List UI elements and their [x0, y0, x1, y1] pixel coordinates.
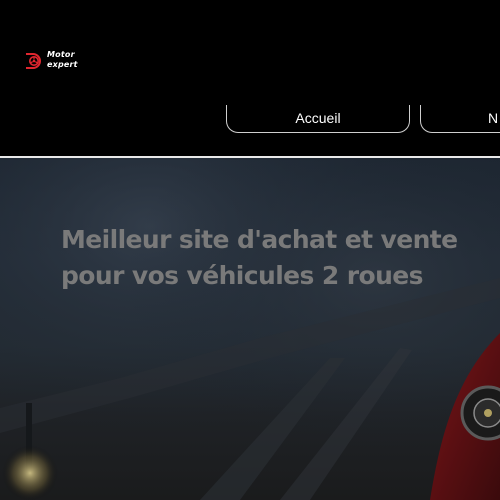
- logo-text-line2: expert: [47, 60, 78, 69]
- hero-title-line2: pour vos véhicules 2 roues: [61, 261, 424, 290]
- logo[interactable]: Motor expert: [24, 50, 88, 72]
- page: Motor expert Accueil N Meilleur site d'a…: [0, 0, 500, 500]
- hero-title: Meilleur site d'achat et vente pour vos …: [61, 222, 500, 294]
- logo-wordmark: Motor expert: [47, 50, 78, 70]
- nav-item-next[interactable]: N: [420, 105, 500, 133]
- main-nav: Accueil N: [0, 105, 500, 137]
- hero-title-line1: Meilleur site d'achat et vente: [61, 225, 458, 254]
- nav-item-accueil[interactable]: Accueil: [226, 105, 410, 133]
- hero-banner: Meilleur site d'achat et vente pour vos …: [0, 158, 500, 500]
- site-header: Motor expert Accueil N: [0, 0, 500, 157]
- hero-background-image: [0, 158, 500, 500]
- turbo-logo-icon: [26, 53, 41, 69]
- logo-text-line1: Motor: [47, 50, 75, 59]
